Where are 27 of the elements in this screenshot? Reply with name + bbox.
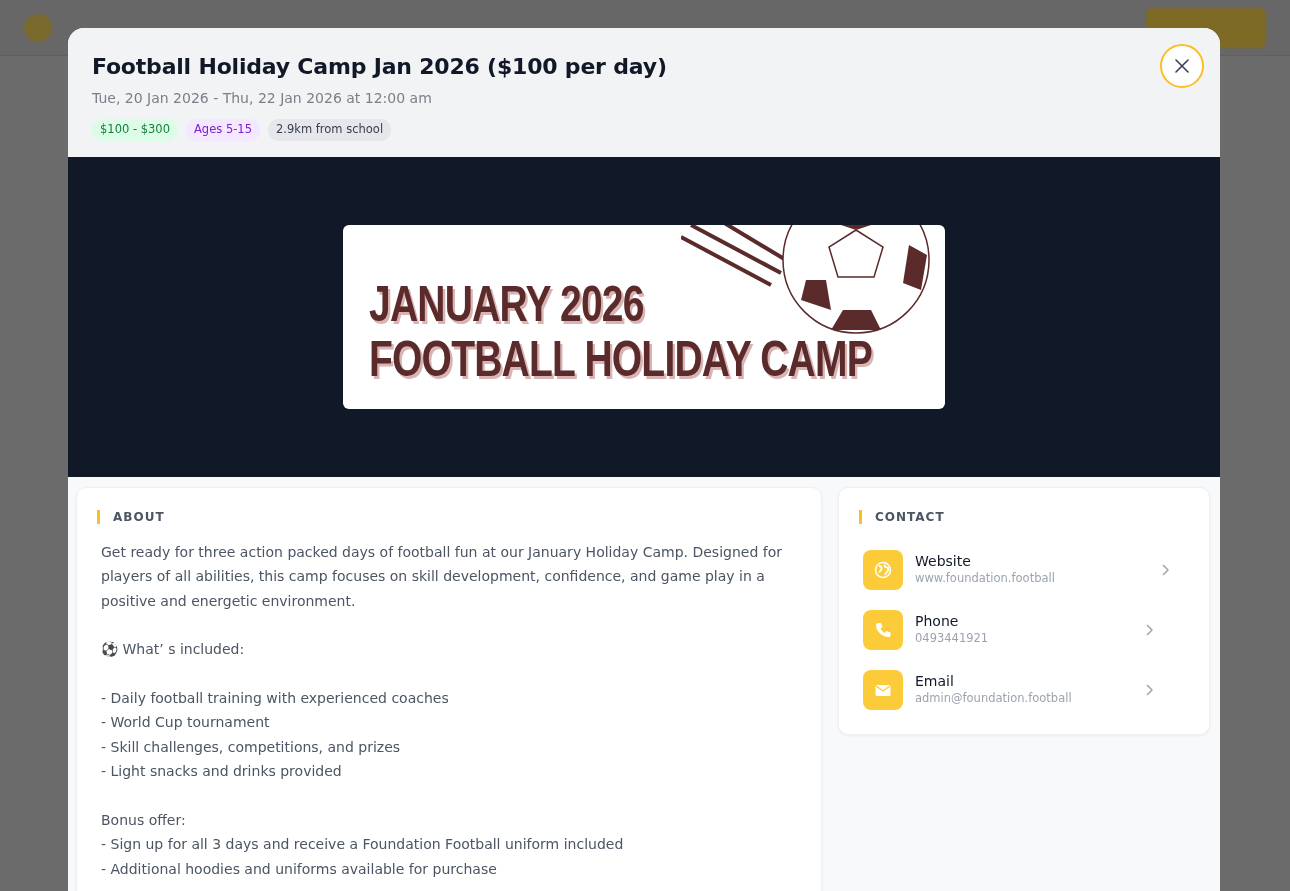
contact-label: Email: [915, 672, 955, 690]
section-heading: ABOUT: [97, 509, 801, 524]
chevron-right-icon: [1145, 683, 1153, 696]
contact-link[interactable]: Website www.foundation.football: [863, 539, 1189, 600]
event-date: Tue, 20 Jan 2026 - Thu, 22 Jan 2026 at 12:00 am: [92, 89, 433, 109]
tag: Ages 5-15: [186, 119, 260, 141]
contact-value: www.foundation.football: [915, 570, 1056, 587]
event-title: Football Holiday Camp Jan 2026 ($100 per day): [92, 54, 667, 81]
description-text: - Daily football training with experienced coaches - World Cup tournament - Skill challenges, competitions, and prizes - Light snacks and drinks provided: [101, 688, 450, 782]
close-button[interactable]: [1160, 44, 1204, 88]
close-icon: [1175, 59, 1189, 73]
description-text: Get ready for three action packed days of football fun at our January Holiday Camp. Designed for players of all abilities, this camp focuses on skill development, confidence, and game play in a positive and energetic environment.: [101, 542, 783, 611]
chevron-right-icon: [1145, 623, 1153, 636]
phone-icon: [874, 620, 892, 639]
description-text: ⚽ What’ s included:: [101, 640, 246, 660]
poster-heading: JANUARY 2026 FOOTBALL HOLIDAY CAMP: [369, 276, 872, 387]
section-heading: CONTACT: [859, 509, 1189, 524]
chevron-right-icon: [1161, 563, 1169, 576]
contact-link[interactable]: Phone 0493441921: [863, 599, 1189, 660]
contact-value: 0493441921: [915, 630, 990, 647]
tag: 2.9km from school: [268, 119, 392, 141]
contact-value: admin@foundation.football: [915, 690, 1073, 707]
tag: $100 - $300: [92, 119, 178, 141]
description-text: Bonus offer: - Sign up for all 3 days and receive a Foundation Football uniform included - Additional hoodies and uniforms available for purchase: [101, 810, 625, 879]
contact-label: Website: [915, 552, 972, 570]
contact-label: Phone: [915, 612, 960, 630]
contact-link[interactable]: Email admin@foundation.football: [863, 659, 1189, 720]
